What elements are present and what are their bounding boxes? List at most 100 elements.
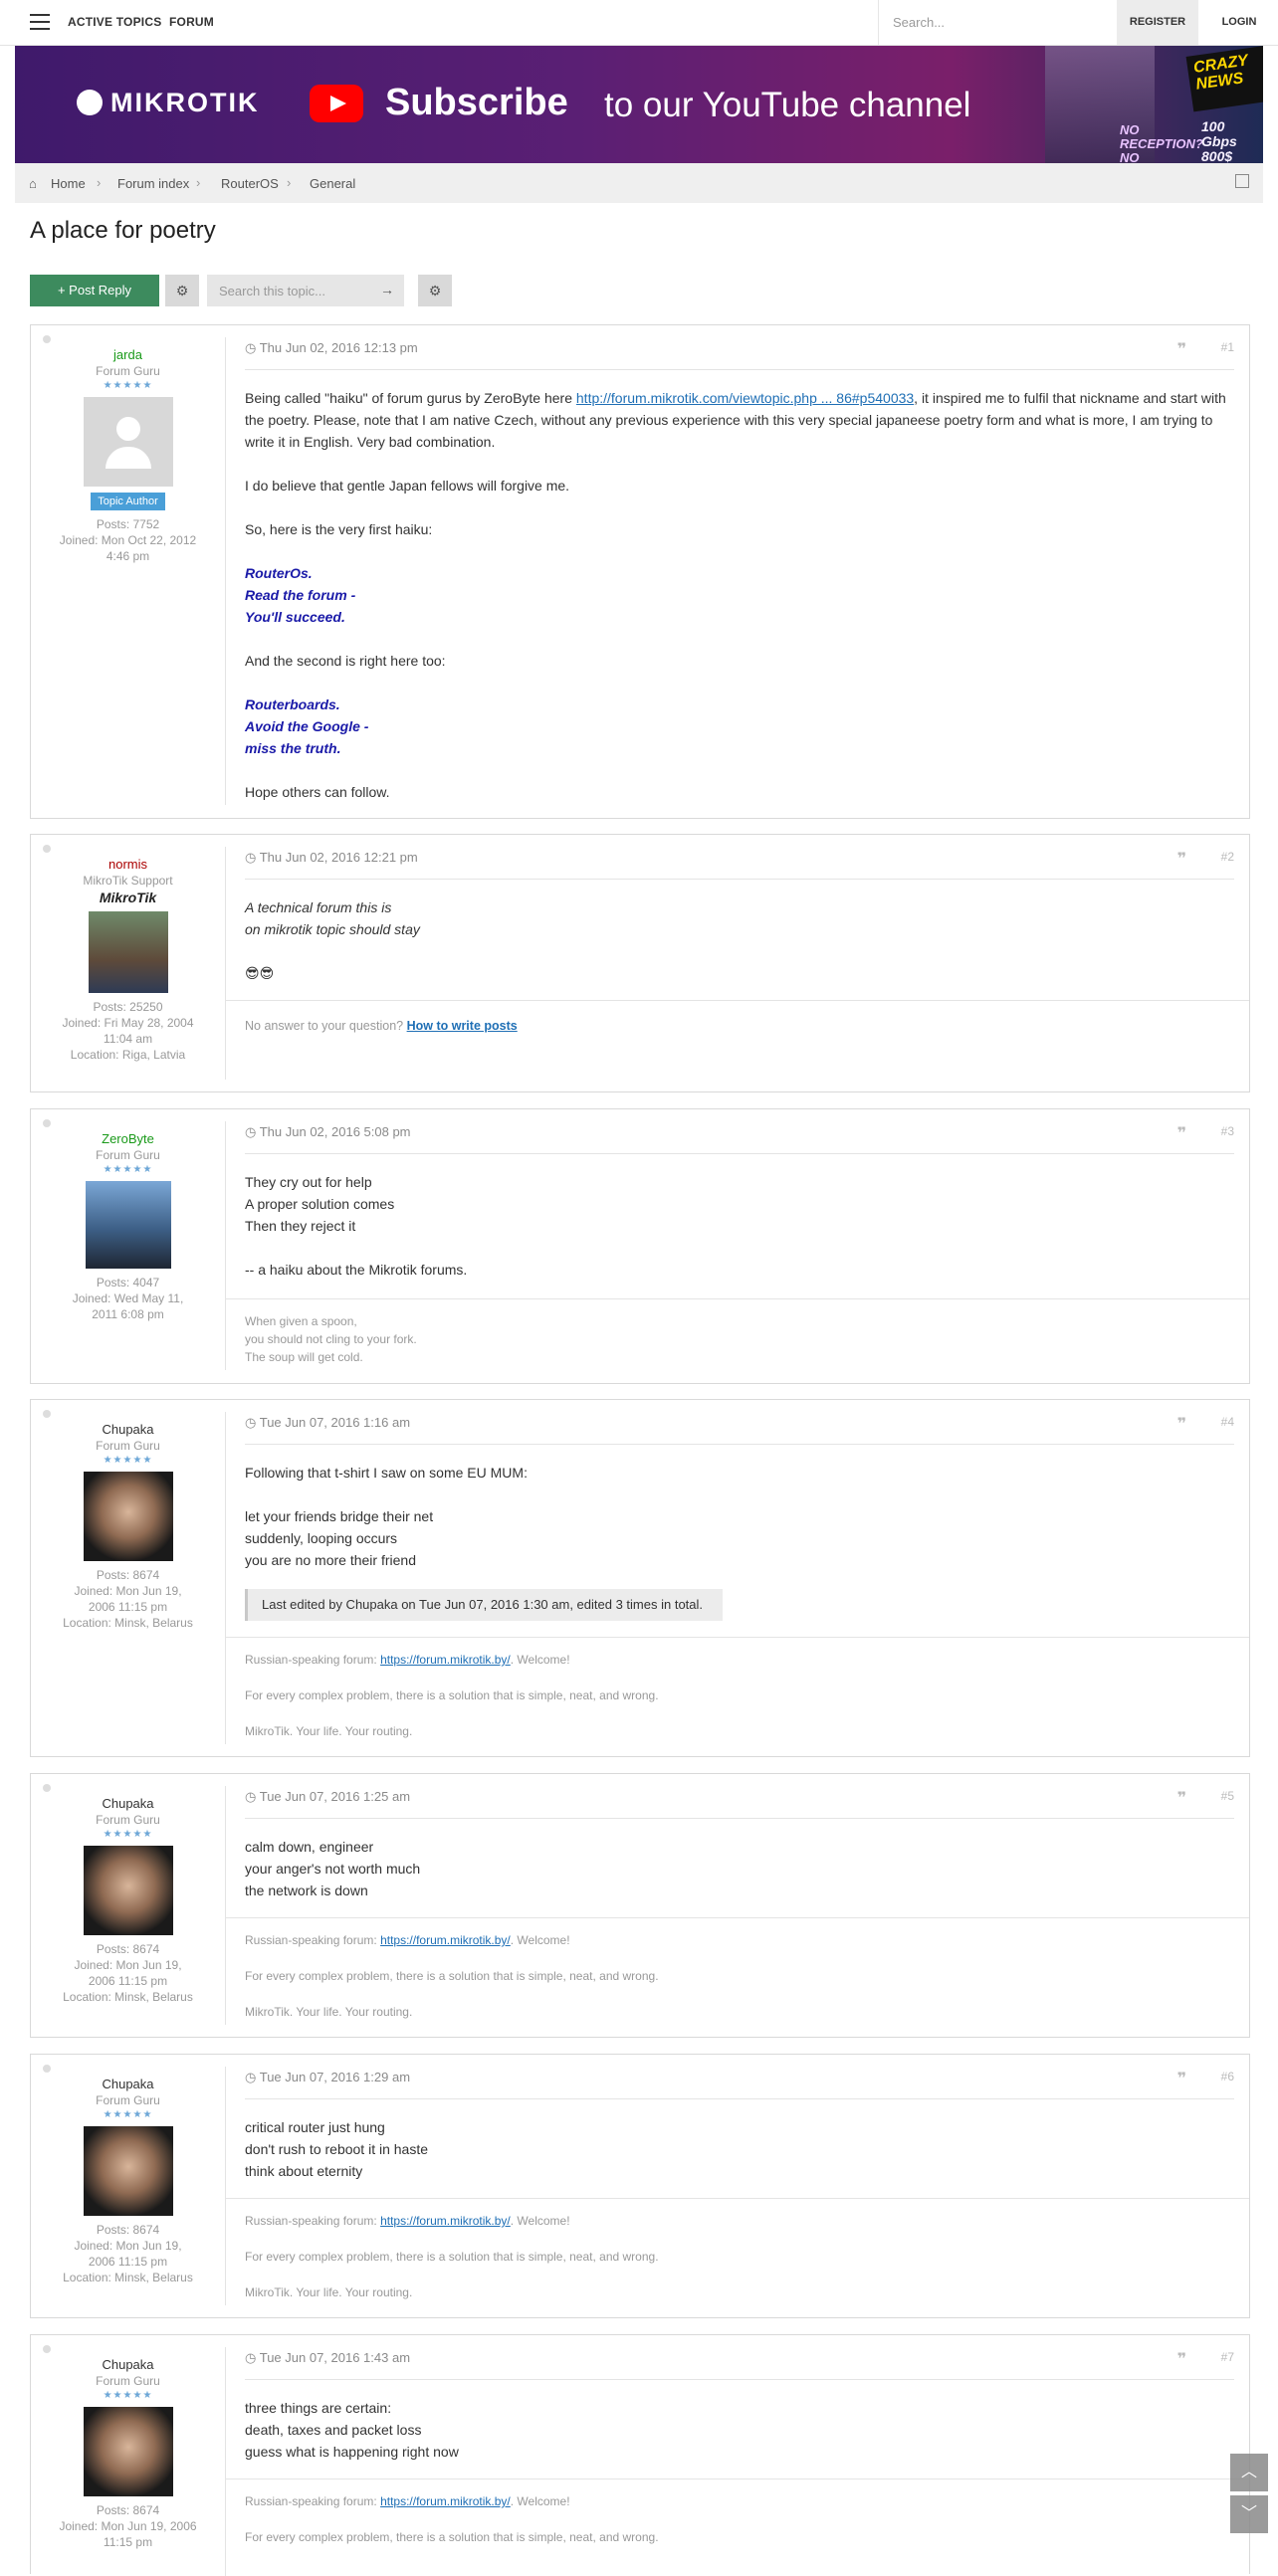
clock-icon: ◷	[245, 1415, 260, 1430]
joined-date: Joined: Mon Jun 19, 2006 11:15 pm	[74, 2239, 182, 2269]
post-author[interactable]: ZeroByte	[31, 1131, 225, 1146]
scroll-top-chevron-up-icon[interactable]: ︿	[1230, 2454, 1268, 2491]
avatar[interactable]	[83, 1846, 173, 1935]
avatar[interactable]	[85, 1181, 171, 1269]
post-rank: Forum Guru	[96, 1439, 160, 1453]
nav-forum[interactable]: FORUM	[169, 15, 214, 29]
post-date-text: Tue Jun 07, 2016 1:43 am	[259, 2350, 411, 2365]
post-link[interactable]: http://forum.mikrotik.com/viewtopic.php …	[576, 390, 914, 406]
search-input[interactable]: Search...	[878, 0, 1118, 45]
post-count: Posts: 8674	[96, 1942, 160, 1956]
post-number[interactable]: #3	[1221, 1124, 1234, 1138]
clock-icon: ◷	[245, 1124, 260, 1139]
arrow-right-icon[interactable]: →	[380, 282, 394, 297]
banner-gbps: 100 Gbps 800$	[1201, 118, 1237, 164]
home-icon[interactable]: ⌂	[29, 176, 37, 191]
post-number[interactable]: #1	[1221, 340, 1234, 354]
avatar[interactable]	[83, 2407, 173, 2496]
quote-icon[interactable]: ❞	[1177, 2349, 1186, 2369]
clock-icon: ◷	[245, 1789, 260, 1804]
scroll-bottom-chevron-down-icon[interactable]: ﹀	[1230, 2495, 1268, 2533]
poem-line: A proper solution comes	[245, 1196, 395, 1212]
rank-stars-icon: ★★★★★	[103, 2390, 153, 2401]
avatar[interactable]	[83, 1472, 173, 1561]
poem-line: your anger's not worth much	[245, 1861, 421, 1877]
forum-mikrotik-by-link[interactable]: https://forum.mikrotik.by/	[380, 2214, 511, 2228]
forum-mikrotik-by-link[interactable]: https://forum.mikrotik.by/	[380, 2494, 511, 2508]
location: Location: Minsk, Belarus	[63, 1990, 193, 2004]
quote-icon[interactable]: ❞	[1177, 849, 1186, 869]
signature: Russian-speaking forum: https://forum.mi…	[245, 2212, 1234, 2301]
quote-icon[interactable]: ❞	[1177, 2069, 1186, 2088]
post-date: ◷ Tue Jun 07, 2016 1:29 am	[245, 2070, 410, 2085]
topic-search-input[interactable]: Search this topic... →	[207, 275, 404, 306]
banner-crazy-news: CRAZY NEWS	[1185, 46, 1263, 112]
post-author[interactable]: jarda	[31, 347, 225, 362]
divider	[225, 1917, 1249, 1918]
quote-icon[interactable]: ❞	[1177, 339, 1186, 359]
forum-mikrotik-by-link[interactable]: https://forum.mikrotik.by/	[380, 1653, 511, 1667]
avatar[interactable]	[88, 911, 168, 993]
avatar[interactable]	[83, 397, 173, 487]
forum-mikrotik-by-link[interactable]: https://forum.mikrotik.by/	[380, 1933, 511, 1947]
post-author[interactable]: Chupaka	[31, 1796, 225, 1811]
divider	[245, 1444, 1234, 1445]
post-author[interactable]: Chupaka	[31, 2077, 225, 2091]
external-link-icon[interactable]	[1235, 174, 1249, 188]
page-title: A place for poetry	[30, 217, 216, 244]
quote-icon[interactable]: ❞	[1177, 1414, 1186, 1434]
post-profile: Chupaka Forum Guru ★★★★★ Posts: 8674 Joi…	[31, 2335, 225, 2550]
breadcrumb-routeros[interactable]: RouterOS	[221, 176, 279, 191]
clock-icon: ◷	[245, 340, 260, 355]
clock-icon: ◷	[245, 2350, 260, 2365]
post-number[interactable]: #5	[1221, 1789, 1234, 1803]
post-count: Posts: 7752	[96, 517, 160, 531]
post-number[interactable]: #2	[1221, 850, 1234, 864]
post-7: Chupaka Forum Guru ★★★★★ Posts: 8674 Joi…	[30, 2334, 1250, 2576]
divider	[245, 369, 1234, 370]
post-date-text: Tue Jun 07, 2016 1:16 am	[259, 1415, 411, 1430]
divider	[245, 2098, 1234, 2099]
divider	[225, 2478, 1249, 2479]
breadcrumb-forum-index[interactable]: Forum index	[117, 176, 189, 191]
signature-line: For every complex problem, there is a so…	[245, 1688, 659, 1702]
post-author[interactable]: Chupaka	[31, 2357, 225, 2372]
quote-icon[interactable]: ❞	[1177, 1123, 1186, 1143]
signature-text: Russian-speaking forum:	[245, 1933, 381, 1947]
location: Location: Riga, Latvia	[70, 1048, 186, 1062]
search-options-gear-icon[interactable]: ⚙	[418, 275, 452, 306]
post-number[interactable]: #6	[1221, 2070, 1234, 2083]
search-placeholder: Search...	[893, 15, 946, 30]
post-profile: Chupaka Forum Guru ★★★★★ Posts: 8674 Joi…	[31, 1774, 225, 2005]
register-button[interactable]: REGISTER	[1117, 0, 1198, 45]
nav-active-topics[interactable]: ACTIVE TOPICS	[68, 15, 161, 29]
topic-tools-gear-icon[interactable]: ⚙	[165, 275, 199, 306]
post-author[interactable]: Chupaka	[31, 1422, 225, 1437]
chevron-right-icon: ›	[287, 175, 292, 190]
rank-stars-icon: ★★★★★	[103, 2109, 153, 2120]
post-reply-button[interactable]: + Post Reply	[30, 275, 159, 306]
topic-author-badge: Topic Author	[91, 493, 165, 510]
chevron-right-icon: ›	[97, 175, 102, 190]
post-number[interactable]: #7	[1221, 2350, 1234, 2364]
how-to-write-posts-link[interactable]: How to write posts	[407, 1019, 518, 1033]
post-number[interactable]: #4	[1221, 1415, 1234, 1429]
post-rank: Forum Guru	[96, 2374, 160, 2388]
breadcrumb-general[interactable]: General	[310, 176, 355, 191]
poem-line: They cry out for help	[245, 1174, 372, 1190]
haiku-line: Avoid the Google -	[245, 718, 369, 734]
post-text: Being called "haiku" of forum gurus by Z…	[245, 390, 576, 406]
post-text: -- a haiku about the Mikrotik forums.	[245, 1262, 468, 1278]
post-author[interactable]: normis	[31, 857, 225, 872]
topic-search-placeholder: Search this topic...	[219, 284, 325, 298]
quote-icon[interactable]: ❞	[1177, 1788, 1186, 1808]
menu-icon[interactable]	[30, 14, 50, 30]
breadcrumb-home[interactable]: Home	[51, 176, 86, 191]
avatar[interactable]	[83, 2126, 173, 2216]
login-button[interactable]: LOGIN	[1200, 0, 1278, 45]
signature-text: . Welcome!	[510, 2494, 570, 2508]
joined-time: 11:15 pm	[103, 2535, 153, 2549]
youtube-banner[interactable]: MIKROTIK Subscribe to our YouTube channe…	[15, 46, 1263, 163]
divider	[245, 2379, 1234, 2380]
post-rank: Forum Guru	[96, 1148, 160, 1162]
